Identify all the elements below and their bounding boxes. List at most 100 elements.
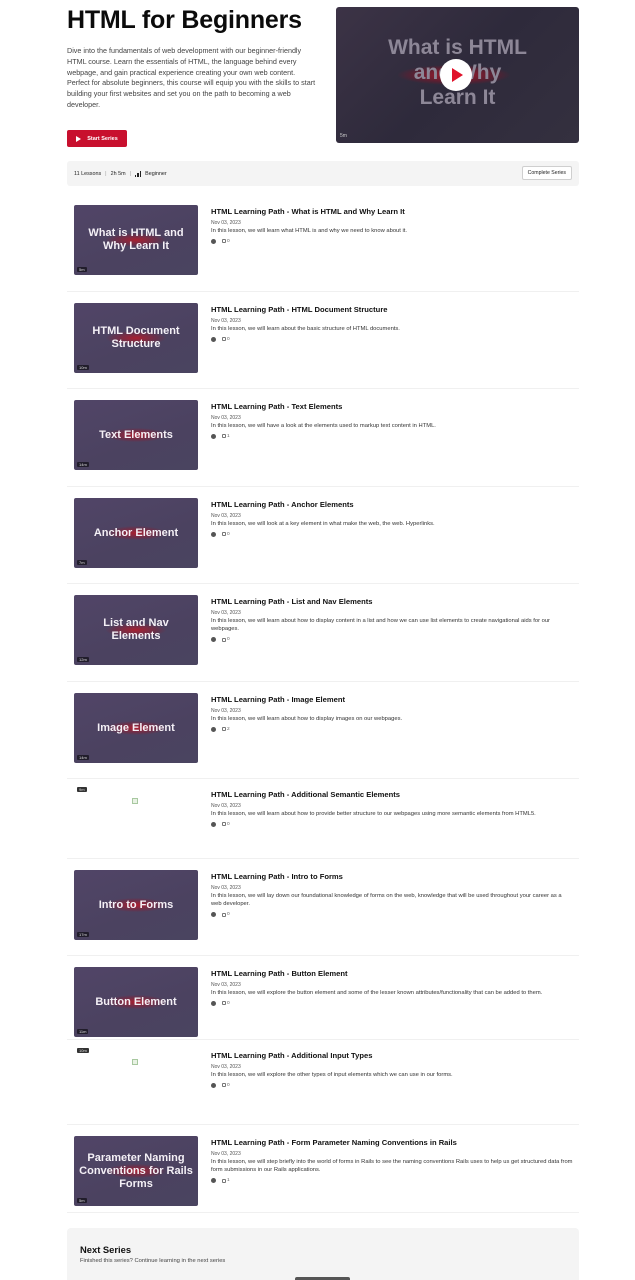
broken-image-icon [132, 798, 138, 804]
thumbnail-title: What is HTML and Why Learn It [88, 227, 184, 252]
lesson-thumbnail[interactable]: 10m [74, 1048, 198, 1088]
lesson-description: In this lesson, we will learn about how … [211, 811, 536, 817]
series-video-player[interactable]: What is HTML and Why Learn It 5m [336, 7, 579, 143]
lesson-thumbnail[interactable]: Anchor Element 7m [74, 498, 198, 568]
comment-count-value: 0 [227, 1082, 230, 1088]
comment-icon [222, 434, 226, 439]
comment-icon [222, 727, 226, 732]
completion-check-icon[interactable] [211, 637, 216, 643]
lesson-info: HTML Learning Path - Anchor Elements Nov … [211, 500, 573, 538]
comment-icon [222, 912, 226, 917]
comment-count: 1 [222, 1178, 230, 1183]
lesson-row[interactable]: Intro to Forms 17m HTML Learning Path - In… [67, 859, 579, 956]
thumbnail-title: Text Elements [99, 428, 173, 441]
lesson-row[interactable]: Button Element 11m HTML Learning Path - Bu… [67, 956, 579, 1040]
lesson-date: Nov 03, 2023 [211, 803, 241, 809]
comment-count: 0 [222, 637, 230, 642]
lesson-duration: 7m [77, 560, 87, 565]
total-duration: 2h 5m [110, 170, 126, 177]
comment-count-value: 0 [227, 531, 230, 537]
comment-count-value: 2 [227, 726, 230, 732]
lesson-description: In this lesson, we will step briefly int… [211, 1159, 573, 1174]
lesson-thumbnail[interactable]: HTML Document Structure 10m [74, 303, 198, 373]
lesson-info: HTML Learning Path - Text Elements Nov 03… [211, 402, 573, 440]
play-icon [452, 68, 463, 82]
lesson-duration: 17m [77, 932, 89, 937]
completion-check-icon[interactable] [211, 238, 216, 244]
lesson-row[interactable]: Parameter Naming Conventions for Rails F… [67, 1125, 579, 1213]
lesson-date: Nov 03, 2023 [211, 885, 241, 891]
lesson-thumbnail[interactable]: 9m [74, 787, 198, 827]
lesson-thumbnail[interactable]: Button Element 11m [74, 967, 198, 1037]
lesson-row[interactable]: Image Element 14m HTML Learning Path - Ima… [67, 682, 579, 779]
lesson-title[interactable]: HTML Learning Path - Button Element [211, 969, 573, 978]
lesson-row[interactable]: List and Nav Elements 12m HTML Learning Pa… [67, 584, 579, 682]
completion-check-icon[interactable] [211, 1082, 216, 1088]
lesson-title[interactable]: HTML Learning Path - Anchor Elements [211, 500, 573, 509]
lesson-duration: 10m [77, 365, 89, 370]
comment-count: 0 [222, 337, 230, 342]
comment-icon [222, 1083, 226, 1088]
thumbnail-title: Anchor Element [93, 526, 179, 539]
lesson-thumbnail[interactable]: Text Elements 14m [74, 400, 198, 470]
lesson-title[interactable]: HTML Learning Path - Additional Semantic… [211, 790, 573, 799]
completion-check-icon[interactable] [211, 1178, 216, 1184]
lesson-row[interactable]: HTML Document Structure 10m HTML Learning … [67, 292, 579, 389]
thumbnail-title: Button Element [95, 995, 177, 1008]
lesson-status: 0 [211, 820, 573, 828]
lesson-status: 0 [211, 1081, 573, 1089]
completion-check-icon[interactable] [211, 912, 216, 918]
lesson-title[interactable]: HTML Learning Path - Additional Input Ty… [211, 1051, 573, 1060]
difficulty-level: Beginner [145, 170, 167, 177]
lesson-description: In this lesson, we will lay down our fou… [211, 893, 562, 908]
complete-series-button[interactable]: Complete Series [521, 166, 572, 180]
completion-check-icon[interactable] [211, 726, 216, 732]
lesson-status: 0 [211, 999, 573, 1007]
lesson-title[interactable]: HTML Learning Path - Image Element [211, 695, 573, 704]
comment-icon [222, 1001, 226, 1006]
lesson-row[interactable]: Text Elements 14m HTML Learning Path - Tex… [67, 389, 579, 487]
lesson-count: 11 Lessons [74, 170, 102, 177]
lesson-thumbnail[interactable]: What is HTML and Why Learn It 5m [74, 205, 198, 275]
completion-check-icon[interactable] [211, 821, 216, 827]
lesson-title[interactable]: HTML Learning Path - HTML Document Struc… [211, 305, 573, 314]
lesson-title[interactable]: HTML Learning Path - What is HTML and Wh… [211, 207, 573, 216]
lesson-row[interactable]: 9m HTML Learning Path - Additional Semant… [67, 779, 579, 859]
comment-count: 0 [222, 532, 230, 537]
lesson-thumbnail[interactable]: List and Nav Elements 12m [74, 595, 198, 665]
next-series-panel: Next Series Finished this series? Contin… [67, 1228, 579, 1280]
lesson-duration: 14m [77, 462, 89, 467]
lesson-thumbnail[interactable]: Intro to Forms 17m [74, 870, 198, 940]
lesson-title[interactable]: HTML Learning Path - Text Elements [211, 402, 573, 411]
lesson-thumbnail[interactable]: Image Element 14m [74, 693, 198, 763]
lesson-title[interactable]: HTML Learning Path - Form Parameter Nami… [211, 1138, 573, 1147]
lesson-title[interactable]: HTML Learning Path - Intro to Forms [211, 872, 573, 881]
lesson-row[interactable]: What is HTML and Why Learn It 5m HTML Lear… [67, 194, 579, 292]
completion-check-icon[interactable] [211, 1000, 216, 1006]
comment-count-value: 0 [227, 912, 230, 918]
comment-count: 0 [222, 912, 230, 917]
video-play-button[interactable] [440, 59, 472, 91]
start-series-button[interactable]: Start Series [67, 130, 127, 147]
comment-count: 0 [222, 1001, 230, 1006]
thumbnail-title: Parameter Naming Conventions for Rails F… [79, 1151, 193, 1190]
series-hero: HTML for Beginners Dive into the fundame… [67, 6, 579, 147]
completion-check-icon[interactable] [211, 336, 216, 342]
thumbnail-title: HTML Document Structure [92, 325, 180, 350]
completion-check-icon[interactable] [211, 531, 216, 537]
completion-check-icon[interactable] [211, 433, 216, 439]
lesson-title[interactable]: HTML Learning Path - List and Nav Elemen… [211, 597, 573, 606]
lesson-description: In this lesson, we will have a look at t… [211, 423, 436, 429]
comment-count: 0 [222, 822, 230, 827]
lesson-duration: 5m [77, 1198, 87, 1203]
lesson-status: 0 [211, 911, 573, 919]
lesson-row[interactable]: 10m HTML Learning Path - Additional Input… [67, 1040, 579, 1125]
thumbnail-title: Image Element [97, 721, 175, 734]
comment-count-value: 0 [227, 1000, 230, 1006]
lesson-row[interactable]: Anchor Element 7m HTML Learning Path - Anc… [67, 487, 579, 584]
series-meta-bar: 11 Lessons | 2h 5m | Beginner Complete S… [67, 161, 579, 186]
comment-count: 2 [222, 727, 230, 732]
lesson-thumbnail[interactable]: Parameter Naming Conventions for Rails F… [74, 1136, 198, 1206]
lesson-date: Nov 03, 2023 [211, 610, 241, 616]
lesson-info: HTML Learning Path - Additional Input Ty… [211, 1051, 573, 1089]
